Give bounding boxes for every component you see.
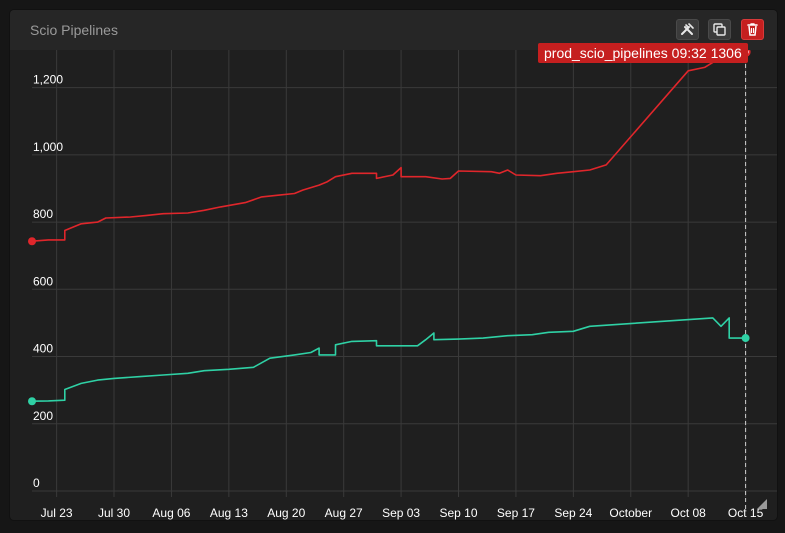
- settings-button[interactable]: [676, 19, 699, 40]
- y-tick-label: 1,000: [33, 140, 63, 154]
- delete-button[interactable]: [741, 19, 764, 40]
- x-tick-label: Aug 13: [210, 506, 248, 520]
- y-tick-label: 400: [33, 342, 53, 356]
- x-tick-label: Oct 08: [671, 506, 707, 520]
- chart-panel: Scio Pipelines 0 200 400 600 800 1,000 1…: [10, 10, 777, 520]
- tooltip-time: 09:32: [671, 45, 707, 61]
- y-tick-label: 800: [33, 207, 53, 221]
- line-chart[interactable]: 0 200 400 600 800 1,000 1,200 Jul 23 Jul 30 Aug …: [10, 46, 777, 520]
- copy-icon: [713, 23, 726, 36]
- x-tick-label: Sep 10: [439, 506, 477, 520]
- grid-lines: [32, 50, 777, 497]
- tools-icon: [681, 23, 694, 35]
- resize-handle-icon[interactable]: [757, 496, 767, 509]
- x-tick-label: Jul 23: [41, 506, 73, 520]
- x-tick-label: Aug 06: [152, 506, 190, 520]
- x-tick-label: Sep 03: [382, 506, 420, 520]
- series-line-0: [31, 51, 746, 242]
- duplicate-button[interactable]: [708, 19, 731, 40]
- panel-title: Scio Pipelines: [30, 22, 118, 38]
- series-start-point: [28, 397, 36, 406]
- y-axis-ticks: 0 200 400 600 800 1,000 1,200: [33, 73, 63, 490]
- y-tick-label: 600: [33, 274, 53, 288]
- chart-area[interactable]: 0 200 400 600 800 1,000 1,200 Jul 23 Jul 30 Aug …: [10, 46, 777, 520]
- y-tick-label: 200: [33, 409, 53, 423]
- x-tick-label: Aug 27: [325, 506, 363, 520]
- series-start-point: [28, 237, 36, 246]
- hover-tooltip: prod_scio_pipelines 09:32 1306: [538, 43, 748, 63]
- x-tick-label: Jul 30: [98, 506, 130, 520]
- series-line-1: [31, 317, 746, 402]
- x-axis-ticks: Jul 23 Jul 30 Aug 06 Aug 13 Aug 20 Aug 27 Sep …: [41, 506, 764, 520]
- x-tick-label: Sep 24: [554, 506, 592, 520]
- x-tick-label: Aug 20: [267, 506, 305, 520]
- x-tick-label: Sep 17: [497, 506, 535, 520]
- series-hover-point: [741, 334, 750, 343]
- series-layer: [28, 46, 751, 406]
- tooltip-series: prod_scio_pipelines: [544, 45, 668, 61]
- trash-icon: [747, 23, 758, 36]
- tooltip-value: 1306: [710, 45, 742, 61]
- x-tick-label: October: [609, 506, 652, 520]
- y-tick-label: 1,200: [33, 73, 63, 87]
- y-tick-label: 0: [33, 476, 40, 490]
